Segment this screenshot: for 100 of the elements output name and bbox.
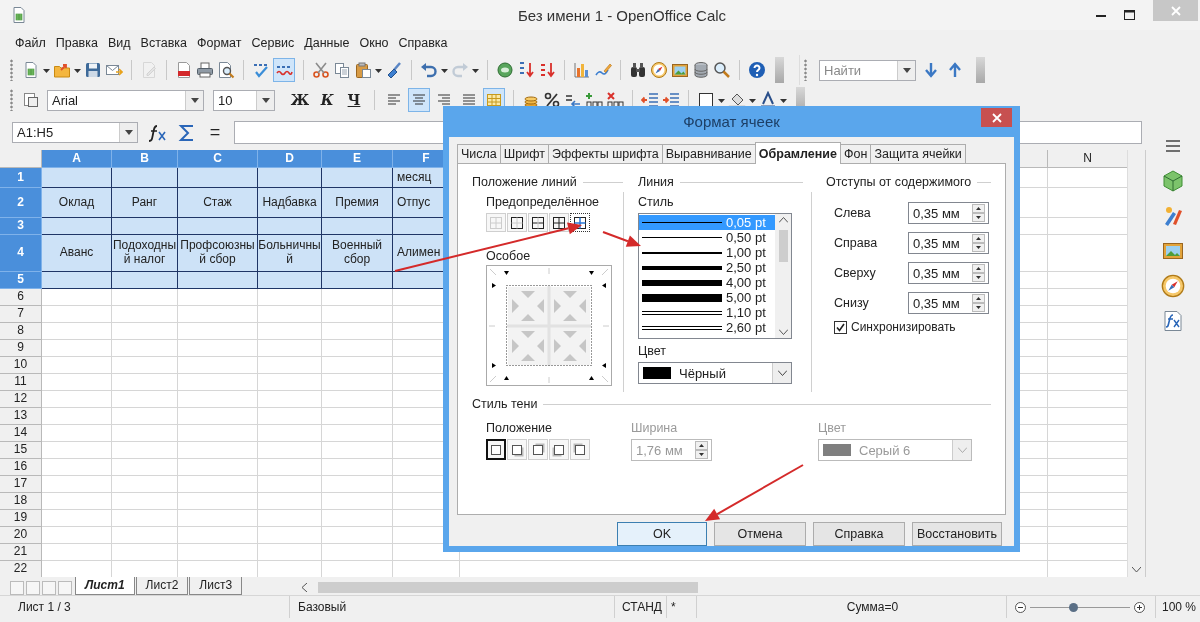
tab[interactable]: Эффекты шрифта — [547, 144, 663, 163]
color-dropdown[interactable]: Чёрный — [638, 362, 792, 384]
slider-thumb[interactable] — [1069, 602, 1078, 612]
maximize-icon[interactable] — [1124, 10, 1135, 20]
undo-icon[interactable] — [420, 61, 438, 79]
list-item[interactable]: 4,00 pt — [639, 275, 775, 290]
list-item[interactable]: 5,00 pt — [639, 290, 775, 305]
spin-field[interactable]: 0,35 мм — [908, 262, 989, 284]
toolbar-grip[interactable] — [804, 59, 807, 81]
equals-button[interactable]: = — [206, 122, 224, 143]
caret-up-icon[interactable] — [778, 217, 788, 223]
paintbrush-icon[interactable] — [385, 61, 403, 79]
list-item[interactable]: 1,00 pt — [639, 245, 775, 260]
spellcheck-icon[interactable] — [252, 61, 270, 79]
caret-down-icon[interactable] — [778, 329, 788, 335]
shadow-position-button[interactable] — [486, 439, 506, 460]
sheet-tab[interactable]: Лист2 — [135, 577, 189, 595]
corner-cell[interactable] — [0, 150, 42, 168]
caret-left-icon[interactable] — [302, 582, 309, 592]
row-header[interactable]: 8 — [0, 323, 42, 340]
delete-decimal-icon[interactable] — [606, 91, 624, 109]
row-header[interactable]: 9 — [0, 340, 42, 357]
menu-item[interactable]: Вставка — [135, 35, 193, 50]
dialog-button[interactable]: Справка — [813, 522, 905, 546]
underline-button[interactable]: Ч — [342, 89, 366, 111]
dropdown-arrow-icon[interactable] — [124, 130, 133, 135]
spinner-icon[interactable] — [972, 204, 985, 222]
bar-chart-icon[interactable] — [573, 61, 591, 79]
arrow-down-icon[interactable] — [922, 61, 940, 79]
list-item[interactable]: 0,50 pt — [639, 230, 775, 245]
search-icon[interactable] — [713, 61, 731, 79]
spin-field[interactable]: 0,35 мм — [908, 202, 989, 224]
italic-button[interactable]: К — [315, 89, 339, 111]
tab[interactable]: Обрамление — [754, 142, 841, 164]
row-header[interactable]: 15 — [0, 442, 42, 459]
menu-icon[interactable] — [1166, 140, 1180, 152]
dialog-button[interactable]: Отмена — [714, 522, 806, 546]
font-name-field[interactable]: Arial — [47, 89, 204, 111]
row-header[interactable]: 16 — [0, 459, 42, 476]
dropdown-arrow-icon[interactable] — [190, 97, 199, 103]
menu-item[interactable]: Окно — [354, 35, 394, 50]
scrollbar-thumb[interactable] — [778, 230, 788, 262]
spinner-icon[interactable] — [972, 264, 985, 282]
borders-icon[interactable] — [697, 91, 715, 109]
spinner-icon[interactable] — [972, 234, 985, 252]
compass-icon[interactable] — [650, 61, 668, 79]
menu-item[interactable]: Данные — [299, 35, 355, 50]
scissors-icon[interactable] — [312, 61, 330, 79]
add-decimal-icon[interactable] — [585, 91, 603, 109]
globe-icon[interactable] — [496, 61, 514, 79]
picture-frame-icon[interactable] — [671, 61, 689, 79]
row-header[interactable]: 20 — [0, 527, 42, 544]
row-header[interactable]: 13 — [0, 408, 42, 425]
row-header[interactable]: 19 — [0, 510, 42, 527]
sort-ascending-icon[interactable] — [517, 61, 535, 79]
list-item[interactable]: 1,10 pt — [639, 305, 775, 320]
close-button[interactable] — [981, 108, 1012, 127]
list-item[interactable]: 2,50 pt — [639, 260, 775, 275]
decrease-indent-icon[interactable] — [641, 91, 659, 109]
bold-button[interactable]: Ж — [288, 89, 312, 111]
dialog-button[interactable]: Восстановить — [912, 522, 1002, 546]
sheet-tab[interactable]: Лист3 — [189, 577, 243, 595]
compass-icon[interactable] — [1161, 274, 1185, 298]
menu-item[interactable]: Сервис — [246, 35, 300, 50]
print-preview-icon[interactable] — [217, 61, 235, 79]
row-header[interactable]: 17 — [0, 476, 42, 493]
menu-item[interactable]: Формат — [192, 35, 247, 50]
row-header[interactable]: 7 — [0, 306, 42, 323]
spinner-icon[interactable] — [695, 441, 708, 459]
row-header[interactable]: 10 — [0, 357, 42, 374]
menu-item[interactable]: Правка — [50, 35, 103, 50]
dropdown-arrow-icon[interactable] — [902, 67, 911, 73]
list-item[interactable]: 2,60 pt — [639, 320, 775, 335]
cube-icon[interactable] — [1161, 169, 1185, 193]
clipboard-icon[interactable] — [354, 61, 372, 79]
row-header[interactable]: 14 — [0, 425, 42, 442]
binoculars-icon[interactable] — [629, 61, 647, 79]
caret-down-icon[interactable] — [1132, 567, 1142, 573]
column-header[interactable]: N — [1048, 150, 1128, 168]
selection-mode[interactable]: СТАНД — [615, 596, 667, 618]
row-header[interactable]: 22 — [0, 561, 42, 577]
spin-field[interactable]: 0,35 мм — [908, 232, 989, 254]
spinner-icon[interactable] — [972, 294, 985, 312]
printer-icon[interactable] — [196, 61, 214, 79]
row-header[interactable]: 11 — [0, 374, 42, 391]
arrow-up-icon[interactable] — [946, 61, 964, 79]
row-header[interactable]: 12 — [0, 391, 42, 408]
row-header[interactable]: 6 — [0, 289, 42, 306]
menu-item[interactable]: Файл — [10, 35, 51, 50]
row-header[interactable]: 18 — [0, 493, 42, 510]
row-header[interactable]: 21 — [0, 544, 42, 561]
dialog-button[interactable]: OK — [617, 522, 707, 546]
new-spreadsheet-icon[interactable] — [22, 61, 40, 79]
checkbox[interactable] — [834, 320, 847, 334]
name-box[interactable]: A1:H5 — [12, 122, 138, 143]
toolbar-grip[interactable] — [10, 59, 13, 81]
tab[interactable]: Защита ячейки — [870, 144, 966, 163]
scrollbar-thumb[interactable] — [318, 581, 699, 593]
help-icon[interactable] — [748, 61, 766, 79]
toolbar-grip[interactable] — [10, 89, 13, 111]
